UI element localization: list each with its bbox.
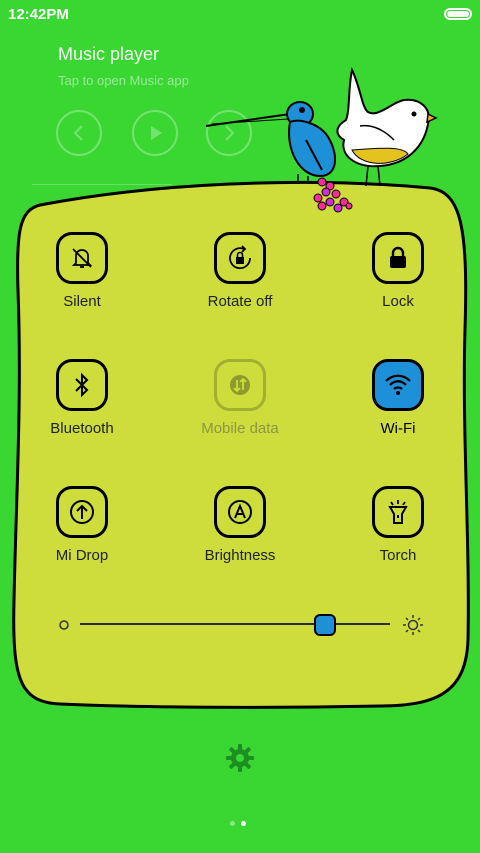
- tile-label: Bluetooth: [50, 420, 114, 437]
- tile-label: Mobile data: [201, 420, 279, 437]
- mobile-data-icon: [230, 375, 250, 395]
- tile-wifi[interactable]: Wi-Fi: [338, 359, 458, 437]
- tile-label: Wi-Fi: [380, 420, 416, 437]
- bell-off-icon: [71, 248, 93, 268]
- slider-thumb[interactable]: [313, 614, 336, 636]
- tile-label: Silent: [63, 293, 101, 310]
- tile-brightness[interactable]: Brightness: [180, 486, 300, 564]
- dim-sun-icon: [59, 620, 69, 630]
- brightness-slider[interactable]: [58, 612, 426, 638]
- page-dot-active: [241, 821, 246, 826]
- tile-label: Rotate off: [207, 293, 273, 310]
- wifi-icon: [385, 374, 411, 395]
- tile-bluetooth[interactable]: Bluetooth: [22, 359, 142, 437]
- tile-label: Brightness: [204, 547, 276, 564]
- tile-mi-drop[interactable]: Mi Drop: [22, 486, 142, 564]
- page-indicator: [230, 813, 252, 831]
- tile-label: Torch: [379, 547, 417, 564]
- gear-icon[interactable]: [224, 742, 256, 774]
- tile-lock[interactable]: Lock: [338, 232, 458, 310]
- tile-rotate-off[interactable]: Rotate off: [180, 232, 300, 310]
- upload-arrow-icon: [70, 500, 94, 524]
- tile-mobile-data[interactable]: Mobile data: [180, 359, 300, 437]
- tile-label: Mi Drop: [55, 547, 109, 564]
- rotate-lock-icon: [229, 245, 251, 270]
- tile-silent[interactable]: Silent: [22, 232, 142, 310]
- slider-track[interactable]: [80, 623, 390, 625]
- padlock-icon: [390, 246, 406, 268]
- page-dot: [230, 821, 235, 826]
- bluetooth-icon: [75, 372, 89, 398]
- bright-sun-icon: [403, 615, 423, 635]
- tile-torch[interactable]: Torch: [338, 486, 458, 564]
- tile-label: Lock: [382, 293, 414, 310]
- auto-brightness-icon: [228, 500, 252, 524]
- flashlight-icon: [388, 500, 408, 524]
- white-bird-illustration: [336, 66, 438, 187]
